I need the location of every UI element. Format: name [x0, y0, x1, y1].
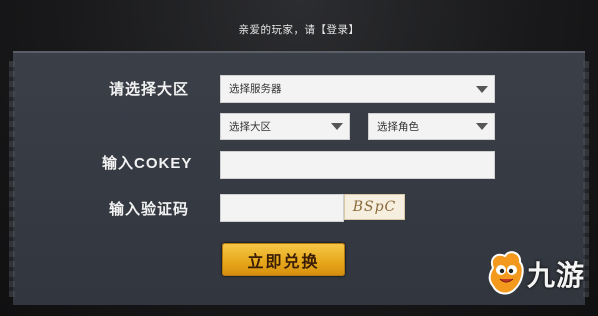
chevron-down-icon[interactable] — [470, 76, 494, 102]
captcha-label: 输入验证码 — [109, 201, 190, 218]
region-label: 请选择大区 — [109, 81, 190, 98]
cokey-label: 输入COKEY — [102, 155, 193, 172]
role-select[interactable]: 选择角色 — [368, 113, 495, 140]
mascot-icon — [488, 251, 524, 295]
server-select[interactable]: 选择服务器 — [220, 75, 495, 103]
captcha-input[interactable] — [220, 194, 344, 222]
cokey-input[interactable] — [220, 151, 495, 179]
server-select-value: 选择服务器 — [229, 83, 282, 95]
chevron-down-icon[interactable] — [470, 114, 494, 139]
watermark-text: 九游 — [527, 260, 586, 291]
jiuyou-watermark: 九游 — [487, 244, 593, 304]
captcha-image[interactable]: BSpC — [344, 194, 405, 220]
role-select-value: 选择角色 — [377, 121, 419, 133]
page: 亲爱的玩家，请【登录】 请选择大区 选择服务器 选择大区 选择角色 输入COKE… — [0, 0, 598, 316]
chevron-down-icon[interactable] — [325, 114, 349, 139]
region-select[interactable]: 选择大区 — [220, 113, 350, 140]
login-notice[interactable]: 亲爱的玩家，请【登录】 — [0, 22, 598, 37]
redeem-button[interactable]: 立即兑换 — [222, 243, 345, 276]
region-select-value: 选择大区 — [229, 121, 271, 133]
